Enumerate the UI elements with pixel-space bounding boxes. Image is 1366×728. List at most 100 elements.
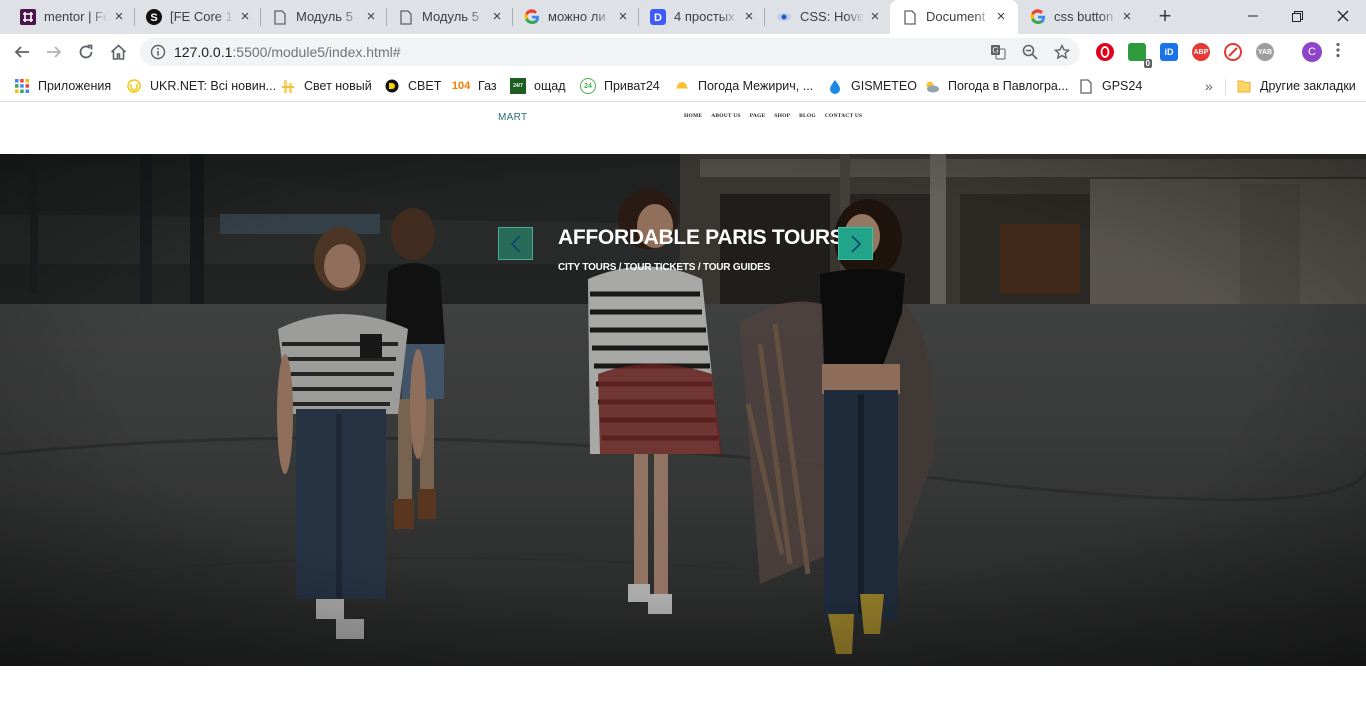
close-icon[interactable]: ×: [1120, 9, 1134, 24]
bookmark-pogoda-mezhyrych[interactable]: Погода Межирич, ...: [674, 76, 813, 96]
ukrnet-icon: [126, 78, 142, 94]
svg-text:S: S: [150, 12, 157, 24]
tab-0[interactable]: mentor | Fe ×: [0, 0, 135, 34]
yab-icon[interactable]: YAB: [1256, 43, 1274, 61]
nav-contact-us[interactable]: CONTACT US: [825, 113, 862, 119]
skype-icon: S: [146, 9, 162, 25]
close-icon[interactable]: ×: [112, 9, 126, 24]
bookmark-gps24[interactable]: GPS24: [1078, 76, 1142, 96]
apps-icon: [14, 78, 30, 94]
bookmark-privat24[interactable]: 24 Приват24: [580, 76, 660, 96]
bookmark-oschad[interactable]: 24/7 ощад: [510, 76, 565, 96]
site-logo[interactable]: MART: [498, 112, 527, 123]
reload-icon: [79, 44, 93, 59]
new-tab-button[interactable]: +: [1154, 5, 1176, 28]
bookmark-label: Погода Межирич, ...: [698, 79, 814, 93]
nav-about-us[interactable]: ABOUT US: [711, 113, 740, 119]
page-viewport: MART HOME ABOUT US PAGE SHOP BLOG CONTAC…: [0, 103, 1366, 728]
bookmark-ukrnet[interactable]: UKR.NET: Всі новин...: [126, 76, 276, 96]
bookmark-svet-novy[interactable]: Свет новый: [280, 76, 372, 96]
bookmark-gismeteo[interactable]: GISMETEO: [827, 76, 917, 96]
d-icon: D: [650, 9, 666, 25]
bookmark-apps[interactable]: Приложения: [14, 76, 111, 96]
svg-text:D: D: [654, 12, 662, 24]
nav-shop[interactable]: SHOP: [774, 113, 790, 119]
bookmarks-overflow-button[interactable]: »: [1205, 76, 1213, 96]
menu-dots-icon[interactable]: [1336, 42, 1348, 62]
tab-2[interactable]: Модуль 5 ×: [252, 0, 387, 34]
translate-icon[interactable]: G: [988, 42, 1008, 62]
profile-avatar[interactable]: С: [1302, 42, 1322, 62]
url-text[interactable]: 127.0.0.1:5500/module5/index.html#: [174, 44, 401, 60]
tab-3[interactable]: Модуль 5 ×: [378, 0, 513, 34]
bookmarks-divider: [1225, 79, 1226, 95]
tab-8[interactable]: css button ×: [1010, 0, 1145, 34]
tab-1[interactable]: S [FE Core 13 ×: [126, 0, 261, 34]
eye-icon: [776, 9, 792, 25]
nav-page[interactable]: PAGE: [750, 113, 766, 119]
slider-prev-button[interactable]: [498, 227, 533, 260]
restore-icon: [1291, 10, 1303, 22]
back-button[interactable]: [10, 40, 34, 64]
tab-title: css button: [1054, 9, 1118, 25]
forward-button[interactable]: [42, 40, 66, 64]
adblock-plus-icon[interactable]: ABP: [1192, 43, 1210, 61]
home-icon: [110, 44, 126, 60]
browser-toolbar: 127.0.0.1:5500/module5/index.html# G 0 i…: [0, 34, 1366, 70]
other-bookmarks[interactable]: Другие закладки: [1236, 76, 1356, 96]
address-bar[interactable]: 127.0.0.1:5500/module5/index.html# G: [140, 38, 1080, 66]
bookmark-label: GISMETEO: [851, 79, 917, 93]
reload-button[interactable]: [74, 40, 98, 64]
weather-sun-icon: [674, 78, 690, 94]
opera-icon[interactable]: [1096, 43, 1114, 61]
home-button[interactable]: [106, 40, 130, 64]
tab-6[interactable]: CSS: Hover ×: [756, 0, 891, 34]
close-window-button[interactable]: [1320, 0, 1366, 32]
close-icon[interactable]: ×: [616, 9, 630, 24]
nav-blog[interactable]: BLOG: [799, 113, 816, 119]
tab-4[interactable]: можно ли ×: [504, 0, 639, 34]
bookmark-svet[interactable]: СВЕТ: [384, 76, 441, 96]
block-icon[interactable]: [1224, 43, 1242, 61]
close-icon[interactable]: ×: [364, 9, 378, 24]
star-icon[interactable]: [1052, 42, 1072, 62]
bookmark-gaz[interactable]: 104 Газ: [452, 76, 497, 96]
slider-next-button[interactable]: [838, 227, 873, 260]
hero-slider: AFFORDABLE PARIS TOURS CITY TOURS / TOUR…: [0, 154, 1366, 666]
tab-title: Модуль 5: [296, 9, 360, 25]
page-icon: [902, 9, 918, 25]
badge-count: 0: [1143, 59, 1152, 68]
nav-home[interactable]: HOME: [684, 113, 702, 119]
privat24-icon: 24: [580, 78, 596, 94]
gas-104-icon: 104: [451, 80, 471, 92]
slack-icon: [20, 9, 36, 25]
tab-5[interactable]: D 4 простых ×: [630, 0, 765, 34]
bookmark-label: Газ: [478, 79, 497, 93]
close-icon[interactable]: ×: [490, 9, 504, 24]
hero-title: AFFORDABLE PARIS TOURS: [558, 226, 844, 249]
close-icon[interactable]: ×: [238, 9, 252, 24]
site-nav: HOME ABOUT US PAGE SHOP BLOG CONTACT US: [684, 113, 871, 119]
close-icon[interactable]: ×: [742, 9, 756, 24]
arrow-right-icon: [47, 46, 62, 58]
tab-title: Document: [926, 9, 992, 25]
puzzle-badge-icon[interactable]: 0: [1128, 43, 1152, 68]
zoom-icon[interactable]: [1020, 42, 1040, 62]
bookmark-label: Свет новый: [304, 79, 372, 93]
bookmark-pogoda-pavlohrad[interactable]: Погода в Павлогра...: [924, 76, 1068, 96]
google-icon: [524, 9, 540, 25]
close-icon[interactable]: ×: [868, 9, 882, 24]
google-icon: [1030, 9, 1046, 25]
tab-strip: mentor | Fe × S [FE Core 13 × Модуль 5 ×…: [0, 0, 1366, 34]
folder-icon: [1236, 78, 1252, 94]
chevron-right-icon: [850, 234, 861, 253]
tab-7-active[interactable]: Document ×: [890, 0, 1018, 34]
tab-title: CSS: Hover: [800, 9, 864, 25]
id-icon[interactable]: iD: [1160, 43, 1178, 61]
info-icon[interactable]: [150, 44, 166, 60]
close-icon[interactable]: ×: [994, 9, 1008, 24]
minimize-button[interactable]: [1230, 0, 1276, 32]
restore-button[interactable]: [1274, 0, 1320, 32]
chevron-left-icon: [510, 234, 521, 253]
bookmark-label: СВЕТ: [408, 79, 442, 93]
